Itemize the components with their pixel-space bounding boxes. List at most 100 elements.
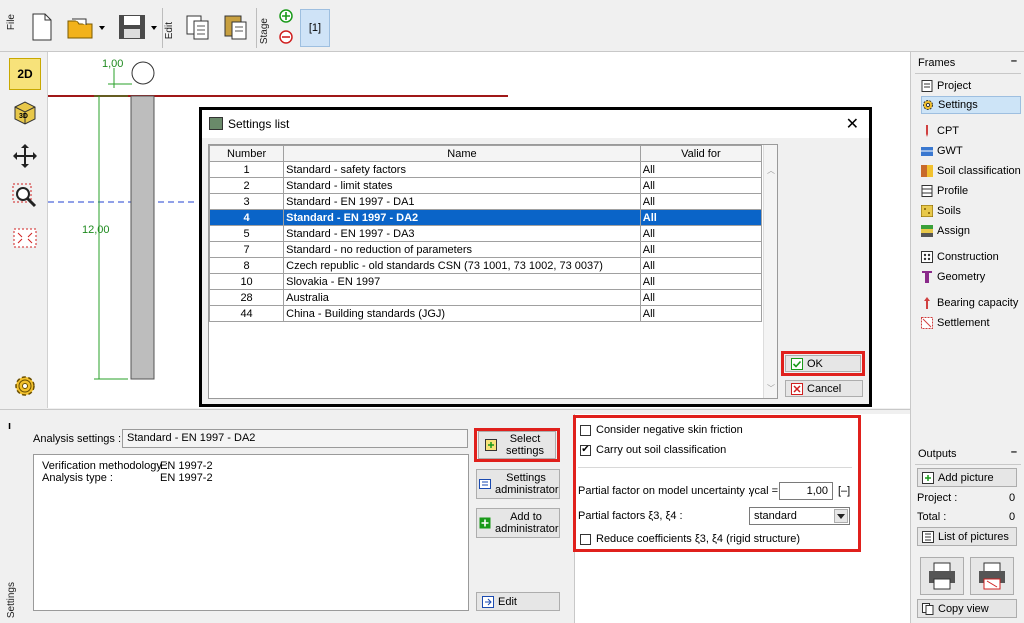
close-icon[interactable]: ✕ [846,114,859,134]
table-row[interactable]: 10 Slovakia - EN 1997 All [209,273,763,290]
edit-button[interactable]: Edit [476,592,560,611]
settlement-icon [921,317,933,329]
reduce-coefficients-option[interactable]: Reduce coefficients ξ3, ξ4 (rigid struct… [580,533,800,545]
ok-button[interactable]: OK [785,355,861,372]
verification-method-value: EN 1997-2 [160,460,213,472]
settings-gear-icon[interactable] [9,370,41,402]
table-row[interactable]: 2 Standard - limit states All [209,177,763,194]
settings-frame: Settings ı Analysis settings : Standard … [0,409,910,623]
collapse-marker[interactable]: ı [8,420,11,432]
list-of-pictures-button[interactable]: List of pictures [917,527,1017,546]
table-row[interactable]: 7 Standard - no reduction of parameters Al… [209,241,763,258]
project-count-value: 0 [1009,492,1016,504]
column-header[interactable]: Number [209,145,285,162]
frames-header: Frames – [915,54,1021,74]
remove-stage-icon[interactable] [278,29,294,45]
analysis-settings-label: Analysis settings : [33,433,122,445]
view-2d-button[interactable]: 2D [9,58,41,90]
frame-soil-classification[interactable]: Soil classification [921,162,1021,180]
table-row[interactable]: 4 Standard - EN 1997 - DA2 All [209,209,763,226]
frame-profile[interactable]: Profile [921,182,1021,200]
table-row[interactable]: 44 China - Building standards (JGJ) All [209,305,763,322]
frame-settlement[interactable]: Settlement [921,314,1021,332]
partial-factors-select[interactable]: standard [749,507,850,525]
table-scrollbar[interactable]: ︿ ﹀ [763,145,777,398]
settings-side-label: Settings [6,582,17,619]
frame-construction[interactable]: Construction [921,248,1021,266]
frame-assign[interactable]: Assign [921,222,1021,240]
frame-bearing-capacity[interactable]: Bearing capacity [921,294,1021,312]
negative-skin-friction-checkbox[interactable] [580,424,591,436]
minimize-outputs-button[interactable]: – [1011,446,1017,458]
scroll-down-icon[interactable]: ﹀ [767,383,775,394]
view-3d-icon[interactable]: 3D [9,96,41,128]
table-cell-number: 8 [209,257,285,274]
negative-skin-friction-option[interactable]: Consider negative skin friction [580,424,743,436]
verification-method-label: Verification methodology : [42,460,168,472]
copy-view-button[interactable]: Copy view [917,599,1017,618]
scroll-up-icon[interactable]: ︿ [767,165,775,176]
table-cell-valid: All [639,273,763,290]
frame-project[interactable]: Project [921,77,1021,95]
column-header[interactable]: Valid for [639,145,763,162]
table-cell-number: 44 [209,305,285,322]
stage-1-button[interactable]: [1] [300,9,330,47]
view-tools: 2D 3D [0,52,48,408]
copy-icon[interactable] [182,10,214,44]
print-button[interactable] [920,557,964,595]
add-to-administrator-button[interactable]: Add to administrator [476,508,560,538]
copy-view-icon [922,602,934,615]
zoom-icon[interactable] [9,180,41,212]
options-divider [578,467,852,468]
chevron-down-icon[interactable] [834,509,848,523]
svg-text:3D: 3D [19,113,28,120]
bearing-capacity-icon [921,297,933,309]
cpt-icon [921,125,933,137]
new-file-icon[interactable] [28,10,56,44]
edit-menu-label[interactable]: Edit [164,22,175,39]
table-row[interactable]: 5 Standard - EN 1997 - DA3 All [209,225,763,242]
gamma-cal-input[interactable]: 1,00 [779,482,833,500]
reduce-coefficients-checkbox[interactable] [580,533,591,545]
printer-icon [929,562,955,590]
frame-geometry[interactable]: Geometry [921,268,1021,286]
table-cell-name: Standard - no reduction of parameters [283,241,641,258]
table-row[interactable]: 28 Australia All [209,289,763,306]
add-stage-icon[interactable] [278,8,294,24]
partial-factors-label: Partial factors ξ3, ξ4 : [578,510,683,522]
select-icon [485,439,497,451]
select-settings-button[interactable]: Select settings [478,431,556,459]
stage-label: Stage [259,18,270,45]
table-cell-name: Standard - EN 1997 - DA1 [283,193,641,210]
dimension-length: 12,00 [82,224,110,236]
open-file-icon[interactable] [64,10,108,44]
project-icon [921,80,933,92]
cancel-button[interactable]: Cancel [785,380,863,397]
frame-soils[interactable]: Soils [920,202,1021,220]
minimize-frames-button[interactable]: – [1011,55,1017,67]
print-export-button[interactable] [970,557,1014,595]
edit-icon [482,595,494,608]
save-icon[interactable] [114,10,160,44]
table-row[interactable]: 3 Standard - EN 1997 - DA1 All [209,193,763,210]
frame-cpt[interactable]: CPT [921,122,1021,140]
soil-classification-option[interactable]: ✔ Carry out soil classification [580,444,726,456]
table-cell-number: 3 [209,193,285,210]
add-picture-button[interactable]: Add picture [917,468,1017,487]
table-cell-name: Standard - EN 1997 - DA2 [283,209,641,226]
settings-administrator-button[interactable]: Settings administrator [476,469,560,499]
file-menu-label[interactable]: File [6,14,17,30]
column-header[interactable]: Name [283,145,641,162]
soil-classification-checkbox[interactable]: ✔ [580,444,591,456]
move-icon[interactable] [9,140,41,172]
table-cell-number: 10 [209,273,285,290]
table-row[interactable]: 1 Standard - safety factors All [209,161,763,178]
table-cell-valid: All [639,257,763,274]
frame-settings[interactable]: Settings [921,96,1021,114]
list-icon [922,530,934,543]
table-row[interactable]: 8 Czech republic - old standards CSN (73 … [209,257,763,274]
soil-classification-icon [921,165,933,177]
zoom-extents-icon[interactable] [9,222,41,254]
paste-icon[interactable] [220,10,252,44]
frame-gwt[interactable]: GWT [921,142,1021,160]
